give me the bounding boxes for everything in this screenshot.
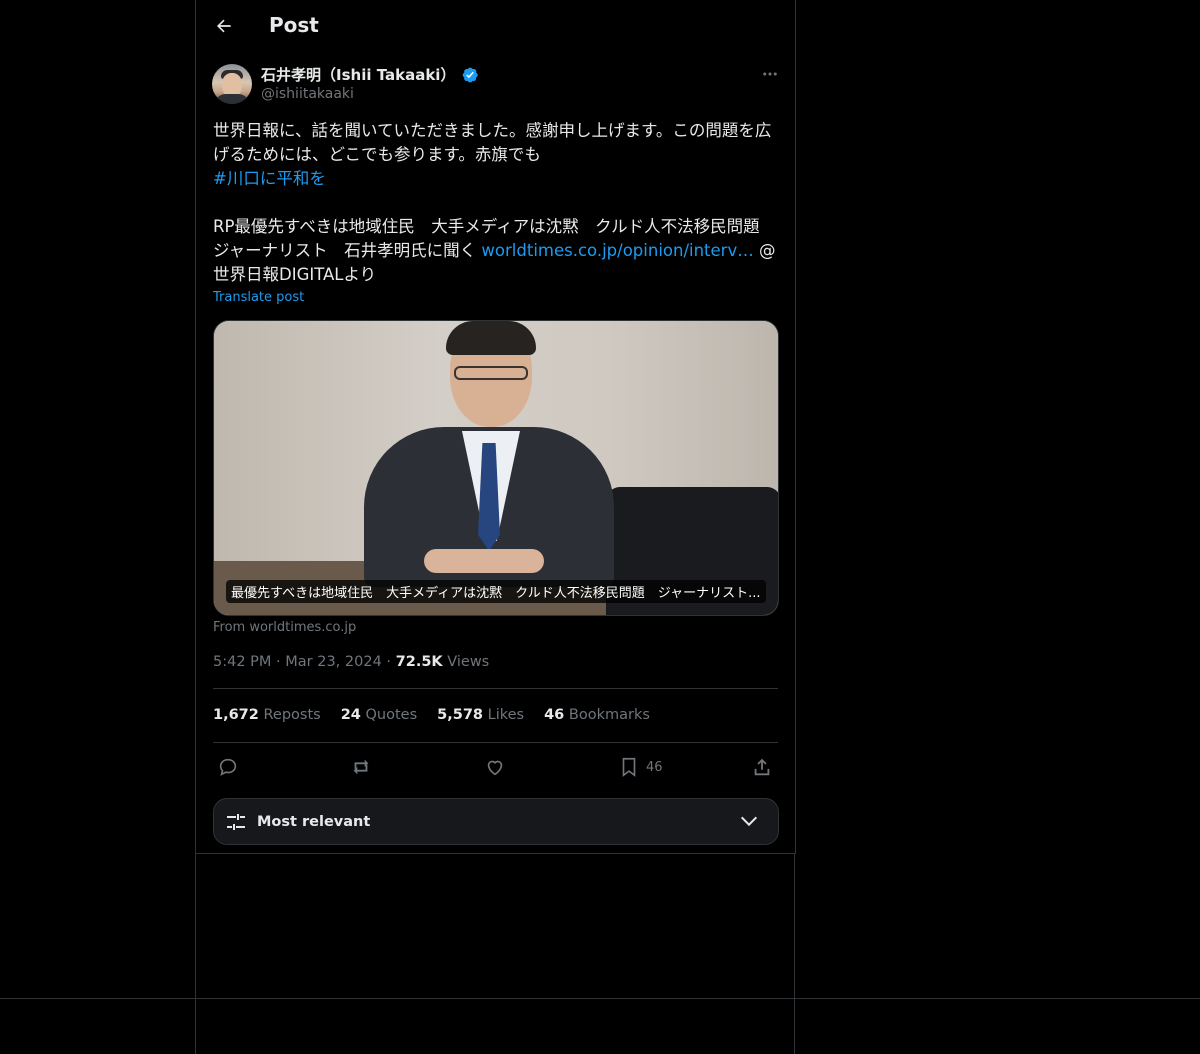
- column-border-left: [195, 853, 196, 1054]
- post-meta: 5:42 PM · Mar 23, 2024 · 72.5K Views: [213, 654, 489, 670]
- post-text: 世界日報に、話を聞いていただきました。感謝申し上げます。この問題を広げるためには…: [213, 119, 783, 287]
- more-icon: [763, 72, 777, 76]
- photo-person-hair: [446, 321, 536, 355]
- heart-icon: [487, 760, 503, 776]
- avatar-suit: [214, 94, 250, 104]
- post-date[interactable]: Mar 23, 2024: [285, 654, 382, 670]
- reposts-label: Reposts: [258, 707, 321, 723]
- views-count: 72.5K: [395, 654, 443, 670]
- share-icon: [754, 758, 770, 776]
- sliders-icon: [227, 813, 245, 830]
- share-button[interactable]: [751, 753, 773, 781]
- link-card[interactable]: 最優先すべきは地域住民 大手メディアは沈黙 クルド人不法移民問題 ジャーナリスト…: [213, 320, 779, 616]
- likes-stat[interactable]: 5,578 Likes: [437, 707, 524, 723]
- author-name-row[interactable]: 石井孝明（Ishii Takaaki）: [261, 64, 479, 85]
- reply-button[interactable]: [217, 753, 239, 781]
- arrow-left-icon: [217, 19, 231, 33]
- bookmarks-stat[interactable]: 46 Bookmarks: [544, 707, 650, 723]
- repost-icon: [353, 759, 369, 775]
- bookmarks-label: Bookmarks: [564, 707, 650, 723]
- author-name[interactable]: 石井孝明（Ishii Takaaki）: [261, 64, 455, 85]
- photo-person-hands: [424, 549, 544, 573]
- article-link[interactable]: worldtimes.co.jp/opinion/interv…: [481, 241, 753, 260]
- divider: [213, 688, 778, 689]
- post-stats: 1,672 Reposts 24 Quotes 5,578 Likes 46 B…: [213, 707, 650, 723]
- hashtag-link[interactable]: #川口に平和を: [213, 169, 326, 188]
- divider: [213, 742, 778, 743]
- post-header: Post: [196, 0, 795, 53]
- post-time[interactable]: 5:42 PM: [213, 654, 271, 670]
- chevron-down-icon: [740, 816, 758, 827]
- likes-label: Likes: [483, 707, 525, 723]
- sort-label: Most relevant: [257, 813, 371, 830]
- bookmark-icon: [622, 757, 636, 777]
- action-bar: 46: [213, 753, 778, 783]
- repost-button[interactable]: [350, 753, 372, 781]
- avatar[interactable]: [212, 64, 252, 104]
- views-label: Views: [442, 654, 490, 670]
- more-options-button[interactable]: [760, 64, 780, 84]
- quotes-label: Quotes: [360, 707, 418, 723]
- post-text-line1: 世界日報に、話を聞いていただきました。感謝申し上げます。この問題を広げるためには…: [213, 121, 772, 164]
- verified-badge-icon[interactable]: [461, 66, 479, 84]
- bookmark-button[interactable]: 46: [618, 753, 663, 781]
- reply-icon: [219, 758, 237, 776]
- card-caption: 最優先すべきは地域住民 大手メディアは沈黙 クルド人不法移民問題 ジャーナリスト…: [226, 580, 766, 603]
- likes-count: 5,578: [437, 707, 484, 723]
- translate-post-link[interactable]: Translate post: [213, 290, 304, 305]
- author-handle[interactable]: @ishiitakaaki: [261, 86, 354, 102]
- card-source[interactable]: From worldtimes.co.jp: [213, 620, 356, 635]
- quotes-count: 24: [340, 707, 361, 723]
- photo-person-glasses: [454, 366, 528, 380]
- bottom-divider: [0, 998, 1200, 999]
- quotes-stat[interactable]: 24 Quotes: [341, 707, 417, 723]
- column-border-right: [794, 853, 795, 1054]
- reposts-stat[interactable]: 1,672 Reposts: [213, 707, 321, 723]
- meta-separator: ·: [276, 654, 286, 670]
- page-title: Post: [269, 13, 319, 37]
- post-text-line2: RP最優先すべきは地域住民 大手メディアは沈黙 クルド人不法移民問題 ジャーナリ…: [213, 215, 783, 287]
- meta-separator: ·: [386, 654, 396, 670]
- bookmarks-count: 46: [544, 707, 565, 723]
- bookmark-count: 46: [646, 759, 663, 775]
- back-button[interactable]: [212, 14, 236, 38]
- post-column: Post 石井孝明（Ishii Takaaki） @ishiitakaaki 世…: [195, 0, 796, 854]
- like-button[interactable]: [484, 753, 506, 781]
- reply-sort-dropdown[interactable]: Most relevant: [213, 798, 779, 845]
- reposts-count: 1,672: [213, 707, 259, 723]
